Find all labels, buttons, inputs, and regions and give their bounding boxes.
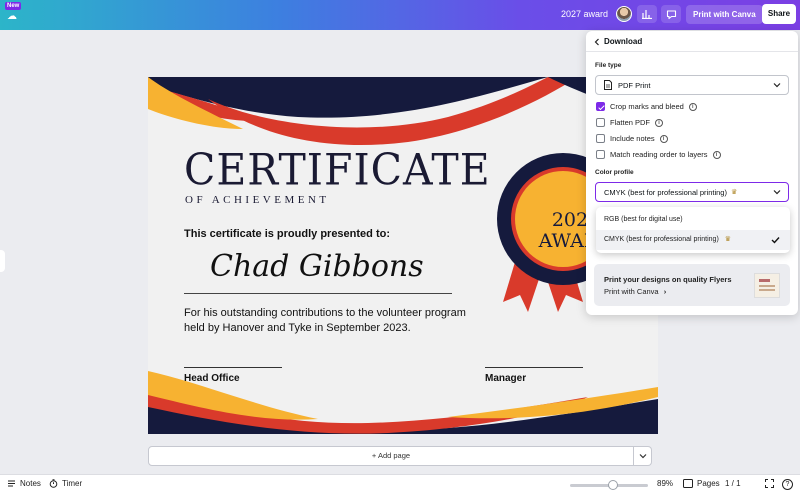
- color-profile-select[interactable]: CMYK (best for professional printing) ♛: [595, 182, 789, 202]
- divider: [586, 51, 798, 52]
- reading-order-checkbox[interactable]: [596, 150, 605, 159]
- notes-button[interactable]: Notes: [7, 479, 41, 488]
- zoom-slider-handle[interactable]: [608, 480, 618, 490]
- print-with-canva-button[interactable]: Print with Canva: [686, 5, 763, 24]
- file-type-label: File type: [595, 62, 622, 69]
- chevron-down-icon: [773, 190, 781, 195]
- include-notes-checkbox[interactable]: [596, 134, 605, 143]
- promo-link[interactable]: Print with Canva ›: [604, 287, 666, 296]
- promo-title: Print your designs on quality Flyers: [604, 275, 732, 284]
- bar-chart-icon: [642, 10, 652, 19]
- chevron-down-icon: [639, 454, 646, 459]
- info-icon[interactable]: i: [655, 118, 664, 127]
- signature-line-left: [184, 367, 282, 368]
- info-icon[interactable]: i: [712, 150, 721, 159]
- chevron-left-icon: [594, 38, 599, 45]
- pages-icon: [683, 479, 693, 488]
- download-title: Download: [604, 37, 643, 46]
- include-notes-option[interactable]: Include notes i: [596, 134, 668, 143]
- promo-link-label: Print with Canva: [604, 287, 659, 296]
- color-profile-label: Color profile: [595, 169, 634, 176]
- page-count: 1 / 1: [725, 479, 741, 488]
- include-notes-label: Include notes: [610, 134, 655, 143]
- pages-button[interactable]: Pages: [683, 479, 720, 488]
- rgb-option[interactable]: RGB (best for digital use): [596, 210, 790, 230]
- notes-icon: [8, 480, 15, 487]
- reading-order-option[interactable]: Match reading order to layers i: [596, 150, 721, 159]
- chevron-right-icon: ›: [663, 287, 667, 296]
- timer-label: Timer: [62, 479, 83, 488]
- chevron-down-icon: [773, 83, 781, 88]
- comment-icon: [666, 9, 676, 19]
- timer-icon: [49, 479, 58, 488]
- flatten-pdf-checkbox[interactable]: [596, 118, 605, 127]
- insights-button[interactable]: [637, 5, 657, 23]
- document-title[interactable]: 2027 award: [561, 9, 608, 19]
- comment-button[interactable]: [661, 5, 681, 23]
- presented-text: This certificate is proudly presented to…: [184, 228, 390, 240]
- crop-marks-option[interactable]: Crop marks and bleed i: [596, 102, 697, 111]
- cloud-sync-icon: ☁: [7, 11, 17, 22]
- certificate-body: For his outstanding contributions to the…: [184, 307, 466, 334]
- timer-button[interactable]: Timer: [49, 479, 82, 488]
- add-page-menu-button[interactable]: [634, 446, 652, 466]
- certificate-subtitle: OF ACHIEVEMENT: [185, 194, 330, 206]
- fullscreen-button[interactable]: [765, 479, 774, 488]
- checkmark-icon: [771, 237, 780, 244]
- info-icon[interactable]: i: [688, 102, 697, 111]
- pages-label: Pages: [697, 479, 720, 488]
- signature-line-right: [485, 367, 583, 368]
- flyer-thumbnail: [754, 273, 780, 298]
- file-type-value: PDF Print: [618, 80, 651, 90]
- side-panel-toggle[interactable]: [0, 250, 5, 272]
- help-button[interactable]: ?: [782, 479, 793, 490]
- file-type-select[interactable]: PDF Print: [595, 75, 789, 95]
- crown-icon: ♛: [724, 236, 732, 243]
- document-icon: [604, 80, 612, 90]
- rgb-option-label: RGB (best for digital use): [604, 216, 683, 223]
- print-promo-card[interactable]: Print your designs on quality Flyers Pri…: [594, 264, 790, 306]
- canva-logo[interactable]: New ☁: [5, 2, 23, 26]
- zoom-level[interactable]: 89%: [657, 479, 673, 488]
- fullscreen-icon: [765, 479, 774, 488]
- avatar[interactable]: [616, 6, 632, 22]
- info-icon[interactable]: i: [659, 134, 668, 143]
- top-bar: New ☁ 2027 award Print with Canva Share: [0, 0, 800, 30]
- color-profile-dropdown: RGB (best for digital use) CMYK (best fo…: [596, 207, 790, 253]
- flatten-pdf-option[interactable]: Flatten PDF i: [596, 118, 664, 127]
- color-profile-value: CMYK (best for professional printing): [604, 187, 727, 197]
- signature-label-left: Head Office: [184, 373, 240, 384]
- recipient-name: Chad Gibbons: [210, 249, 424, 284]
- certificate-page[interactable]: 2027 AWARD CERTIFICATE OF ACHIEVEMENT Th…: [148, 77, 658, 434]
- download-back-button[interactable]: Download: [594, 37, 642, 46]
- flatten-pdf-label: Flatten PDF: [610, 118, 651, 127]
- cmyk-option[interactable]: CMYK (best for professional printing) ♛: [596, 230, 790, 250]
- signature-label-right: Manager: [485, 373, 527, 384]
- certificate-title: CERTIFICATE: [184, 144, 491, 196]
- notes-label: Notes: [20, 479, 41, 488]
- crop-marks-label: Crop marks and bleed: [610, 102, 684, 111]
- new-badge: New: [5, 2, 22, 10]
- cmyk-option-label: CMYK (best for professional printing): [604, 236, 719, 243]
- bottom-bar: Notes Timer 89% Pages 1 / 1 ?: [0, 474, 800, 494]
- name-underline: [184, 293, 452, 294]
- crown-icon: ♛: [730, 189, 738, 196]
- add-page-button[interactable]: + Add page: [148, 446, 634, 466]
- reading-order-label: Match reading order to layers: [610, 150, 708, 159]
- share-button[interactable]: Share: [762, 4, 796, 24]
- crop-marks-checkbox[interactable]: [596, 102, 605, 111]
